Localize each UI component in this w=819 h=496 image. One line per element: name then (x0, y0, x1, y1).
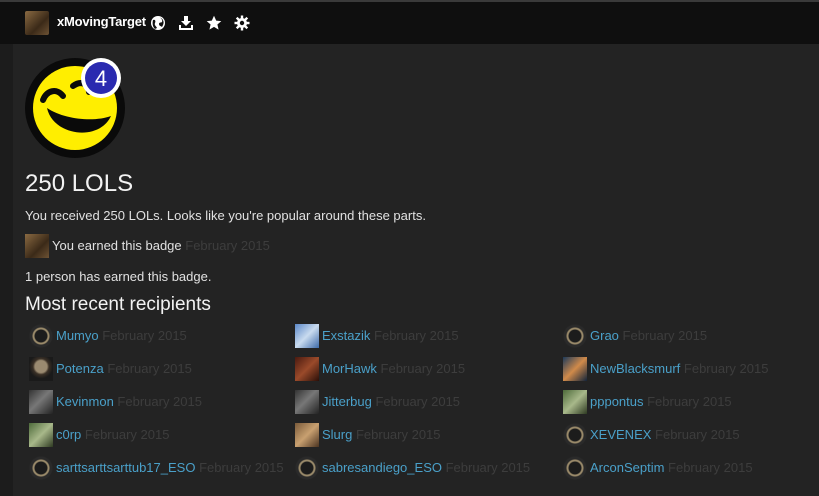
username-link[interactable]: xMovingTarget (57, 14, 146, 29)
recipient-date: February 2015 (643, 394, 732, 409)
recipient-date: February 2015 (376, 361, 466, 376)
badge-page-content: 4 250 LOLS You received 250 LOLs. Looks … (13, 44, 819, 496)
recipient-link[interactable]: c0rp February 2015 (56, 427, 169, 442)
recipient-name[interactable]: XEVENEX (590, 427, 651, 442)
recipient-name[interactable]: NewBlacksmurf (590, 361, 680, 376)
recipient-avatar[interactable] (29, 324, 53, 348)
recipient-name[interactable]: ArconSeptim (590, 460, 664, 475)
recipient-date: February 2015 (618, 328, 708, 343)
lol-badge-image: 4 (25, 58, 125, 158)
recipient-link[interactable]: pppontus February 2015 (590, 394, 732, 409)
earned-user-avatar[interactable] (25, 234, 49, 258)
recent-recipients-heading: Most recent recipients (25, 294, 211, 315)
recipient-date: February 2015 (113, 394, 202, 409)
recipient-avatar[interactable] (295, 324, 319, 348)
recipient-avatar[interactable] (563, 324, 587, 348)
recipient-avatar[interactable] (563, 423, 587, 447)
recipient-date: February 2015 (103, 361, 192, 376)
recipient-link[interactable]: MorHawk February 2015 (322, 361, 465, 376)
recipient-date: February 2015 (664, 460, 753, 475)
recipient-date: February 2015 (98, 328, 187, 343)
star-icon[interactable] (206, 15, 222, 31)
user-avatar[interactable] (25, 11, 49, 35)
recipient-avatar[interactable] (563, 357, 587, 381)
recipient-link[interactable]: sabresandiego_ESO February 2015 (322, 460, 530, 475)
recipient-link[interactable]: Jitterbug February 2015 (322, 394, 460, 409)
badge-description: You received 250 LOLs. Looks like you're… (25, 208, 426, 223)
recipient-avatar[interactable] (563, 390, 587, 414)
recipient-avatar[interactable] (29, 456, 53, 480)
earned-count: 1 person has earned this badge. (25, 269, 212, 284)
recipient-avatar[interactable] (295, 357, 319, 381)
earned-text-line: You earned this badge February 2015 (52, 238, 270, 253)
recipient-avatar[interactable] (29, 390, 53, 414)
recipient-link[interactable]: XEVENEX February 2015 (590, 427, 740, 442)
top-navigation-bar: xMovingTarget (0, 0, 819, 44)
recipient-date: February 2015 (81, 427, 170, 442)
recipient-link[interactable]: Potenza February 2015 (56, 361, 192, 376)
recipient-name[interactable]: sarttsarttsarttub17_ESO (56, 460, 195, 475)
recipient-date: February 2015 (651, 427, 740, 442)
recipient-name[interactable]: Slurg (322, 427, 352, 442)
recipient-avatar[interactable] (29, 357, 53, 381)
recipient-name[interactable]: Grao (590, 328, 619, 343)
recipient-date: February 2015 (352, 427, 441, 442)
badge-level-number: 4 (95, 66, 107, 91)
recipient-name[interactable]: Exstazik (322, 328, 370, 343)
recipient-date: February 2015 (195, 460, 284, 475)
recipient-date: February 2015 (680, 361, 769, 376)
recipient-name[interactable]: MorHawk (322, 361, 377, 376)
recipient-link[interactable]: Exstazik February 2015 (322, 328, 459, 343)
recipient-date: February 2015 (370, 328, 459, 343)
recipient-link[interactable]: NewBlacksmurf February 2015 (590, 361, 768, 376)
recipient-name[interactable]: Potenza (56, 361, 104, 376)
globe-icon[interactable] (150, 15, 166, 31)
recipient-date: February 2015 (441, 460, 531, 475)
recipient-avatar[interactable] (563, 456, 587, 480)
recipient-name[interactable]: Jitterbug (322, 394, 372, 409)
recipient-link[interactable]: Grao February 2015 (590, 328, 707, 343)
recipient-avatar[interactable] (295, 456, 319, 480)
recipient-avatar[interactable] (295, 423, 319, 447)
recipient-link[interactable]: Kevinmon February 2015 (56, 394, 202, 409)
recipient-date: February 2015 (371, 394, 461, 409)
earned-label: You earned this badge (52, 238, 182, 253)
download-icon[interactable] (178, 15, 194, 31)
recipient-link[interactable]: sarttsarttsarttub17_ESO February 2015 (56, 460, 284, 475)
recipient-name[interactable]: pppontus (590, 394, 644, 409)
recipient-link[interactable]: Mumyo February 2015 (56, 328, 187, 343)
recipient-name[interactable]: Mumyo (56, 328, 99, 343)
recipient-link[interactable]: Slurg February 2015 (322, 427, 441, 442)
gear-icon[interactable] (234, 15, 250, 31)
recipient-link[interactable]: ArconSeptim February 2015 (590, 460, 753, 475)
recipient-avatar[interactable] (295, 390, 319, 414)
recipient-name[interactable]: c0rp (56, 427, 81, 442)
badge-title: 250 LOLS (25, 170, 134, 197)
earned-date: February 2015 (185, 238, 270, 253)
recipient-avatar[interactable] (29, 423, 53, 447)
recipient-name[interactable]: sabresandiego_ESO (322, 460, 442, 475)
recipient-name[interactable]: Kevinmon (56, 394, 114, 409)
